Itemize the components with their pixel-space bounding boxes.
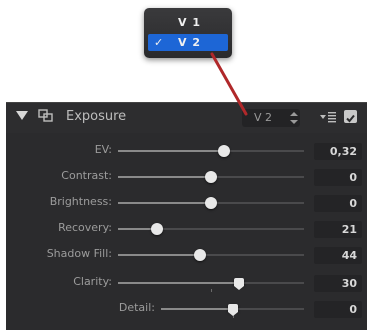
recovery-value-field[interactable]: 21 (314, 221, 362, 238)
version-selector[interactable]: V 2 (242, 109, 300, 127)
clarity-value-field[interactable]: 30 (314, 275, 362, 292)
shadow-fill-label: Shadow Fill: (46, 247, 112, 260)
contrast-label: Contrast: (61, 169, 112, 182)
shadow-fill-slider-fill (118, 254, 200, 256)
brightness-value-field[interactable]: 0 (314, 195, 362, 212)
recovery-label: Recovery: (58, 221, 112, 234)
clarity-slider-fill (118, 282, 239, 284)
enable-checkbox[interactable] (344, 110, 357, 123)
ev-slider-fill (118, 150, 225, 152)
brightness-slider-fill (118, 202, 211, 204)
brightness-label: Brightness: (49, 195, 112, 208)
version-selector-value: V 2 (254, 111, 273, 124)
copy-adjustments-icon[interactable] (38, 109, 54, 123)
popup-item-v2[interactable]: ✓ V 2 (148, 34, 228, 51)
clarity-center-tick (211, 289, 212, 292)
ev-value-field[interactable]: 0,32 (314, 143, 362, 160)
shadow-fill-slider-thumb[interactable] (193, 249, 206, 261)
detail-value-field[interactable]: 0 (314, 301, 362, 318)
exposure-panel: Exposure V 2 EV: 0,32 Contrast: 0 Brightness… (6, 102, 367, 330)
contrast-value-field[interactable]: 0 (314, 169, 362, 186)
shadow-fill-slider[interactable] (118, 249, 304, 261)
detail-label: Detail: (118, 301, 155, 314)
shadow-fill-value-field[interactable]: 44 (314, 247, 362, 264)
brightness-slider[interactable] (118, 197, 304, 209)
contrast-slider-fill (118, 176, 211, 178)
popup-item-v1[interactable]: V 1 (148, 14, 228, 31)
list-menu-icon[interactable] (320, 111, 336, 123)
panel-title: Exposure (66, 109, 127, 124)
recovery-slider[interactable] (118, 223, 304, 235)
detail-slider[interactable] (161, 304, 304, 318)
slider-row-ev: EV: 0,32 (6, 139, 367, 165)
slider-row-shadow-fill: Shadow Fill: 44 (6, 243, 367, 269)
disclosure-triangle-icon[interactable] (16, 111, 28, 120)
contrast-slider-thumb[interactable] (205, 171, 217, 183)
detail-slider-thumb[interactable] (227, 304, 238, 316)
version-popup-menu: V 1 ✓ V 2 (144, 8, 232, 58)
recovery-slider-thumb[interactable] (151, 223, 164, 235)
slider-row-contrast: Contrast: 0 (6, 165, 367, 191)
stepper-arrows-icon (290, 112, 298, 124)
slider-row-detail: Detail: 0 (6, 297, 367, 323)
ev-slider[interactable] (118, 145, 304, 157)
slider-row-brightness: Brightness: 0 (6, 191, 367, 217)
slider-row-recovery: Recovery: 21 (6, 217, 367, 243)
checkmark-icon (346, 114, 355, 123)
contrast-slider[interactable] (118, 171, 304, 183)
slider-row-clarity: Clarity: 30 (6, 271, 367, 297)
popup-item-v1-label: V 1 (178, 16, 201, 29)
panel-header: Exposure V 2 (6, 103, 367, 133)
ev-label: EV: (94, 143, 112, 156)
clarity-label: Clarity: (73, 275, 112, 288)
clarity-slider-thumb[interactable] (233, 278, 244, 290)
clarity-slider[interactable] (118, 278, 304, 292)
brightness-slider-thumb[interactable] (205, 197, 217, 209)
popup-item-v2-label: V 2 (178, 36, 201, 49)
detail-slider-fill (161, 308, 233, 310)
ev-slider-thumb[interactable] (218, 145, 231, 157)
checkmark-icon: ✓ (154, 36, 164, 49)
